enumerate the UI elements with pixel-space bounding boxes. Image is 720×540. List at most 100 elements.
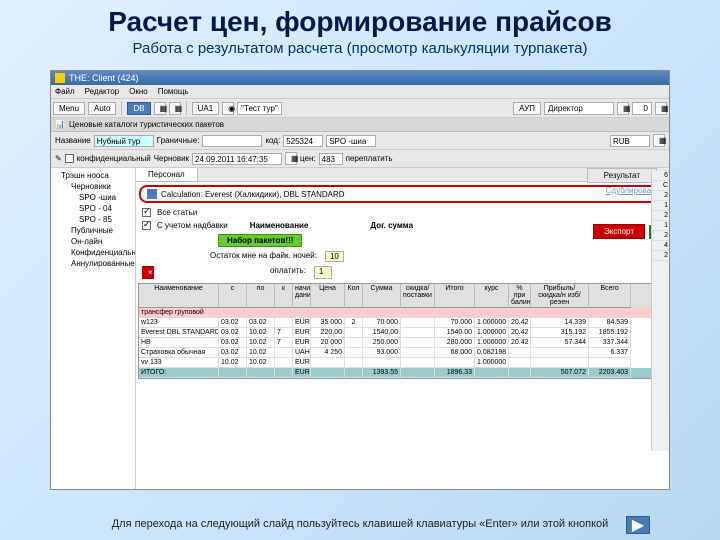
paid-label: оплатить: bbox=[270, 266, 306, 279]
date-field[interactable]: 24.09.2011 16:47:35 bbox=[192, 153, 282, 165]
table-row[interactable]: ИТОГО:EUR1393.551896.33507.0722203.403 bbox=[139, 368, 666, 378]
tree-item[interactable]: Аннулированные bbox=[53, 258, 133, 269]
date-icon[interactable]: ▦ bbox=[285, 152, 297, 165]
side-overlay: 6C2121242 bbox=[651, 171, 669, 451]
table-row[interactable]: HB03.0210.027EUR20 000250.000280.0001.00… bbox=[139, 338, 666, 348]
close-icon[interactable]: × bbox=[142, 266, 154, 279]
all-items-label: Все статьи bbox=[157, 208, 197, 217]
cell: 10.02 bbox=[247, 348, 275, 358]
code-input[interactable]: 525324 bbox=[283, 135, 323, 147]
col-pct[interactable]: % при балин bbox=[509, 284, 531, 308]
table-row[interactable]: Страховка обычная03.0210.02UAH4 25093.00… bbox=[139, 348, 666, 358]
col-to[interactable]: по bbox=[247, 284, 275, 308]
select-packages-button[interactable]: Набор пакетов!!! bbox=[218, 234, 302, 247]
select-row: Набор пакетов!!! bbox=[136, 232, 669, 249]
menu-help[interactable]: Помощь bbox=[158, 87, 189, 96]
cell: 0.082198 bbox=[475, 348, 509, 358]
aup-button[interactable]: АУП bbox=[513, 102, 541, 115]
cell: EUR bbox=[293, 338, 311, 348]
confidential-checkbox[interactable] bbox=[65, 154, 74, 163]
cell: 1540.00 bbox=[435, 328, 475, 338]
cell: 2203.403 bbox=[589, 368, 631, 378]
all-items-checkbox[interactable] bbox=[142, 208, 151, 217]
cell bbox=[589, 308, 631, 318]
tab-main[interactable]: Персонал bbox=[136, 168, 198, 181]
separator bbox=[186, 101, 187, 115]
table-row[interactable]: трансфер груповой bbox=[139, 308, 666, 318]
cell bbox=[401, 328, 435, 338]
menu-button[interactable]: Menu bbox=[53, 102, 85, 115]
cell: 7 bbox=[275, 328, 293, 338]
options-row: Все статьи bbox=[136, 206, 669, 219]
menu-editor[interactable]: Редактор bbox=[85, 87, 119, 96]
cell: 57.344 bbox=[531, 338, 589, 348]
cell bbox=[475, 368, 509, 378]
cell bbox=[311, 308, 345, 318]
cell: 1.000000 bbox=[475, 328, 509, 338]
col-disc[interactable]: скидка/поставки bbox=[401, 284, 435, 308]
cell: EUR bbox=[293, 328, 311, 338]
cell bbox=[509, 358, 531, 368]
table-row[interactable]: vv 13310.0210.02EUR1.000000 bbox=[139, 358, 666, 368]
cell: 20.42 bbox=[509, 338, 531, 348]
section-header: 📊 Ценовые каталоги туристических пакетов bbox=[51, 118, 669, 132]
menu-window[interactable]: Окно bbox=[129, 87, 148, 96]
cell bbox=[401, 348, 435, 358]
tree-item[interactable]: SPO - 85 bbox=[53, 214, 133, 225]
col-final[interactable]: Всего bbox=[589, 284, 631, 308]
info-row: Остаток мне на файк. ночей: 10 bbox=[136, 249, 669, 264]
cell bbox=[345, 308, 363, 318]
tree-item[interactable]: SPO -шиа bbox=[53, 192, 133, 203]
tree-item[interactable]: Он-лайн bbox=[53, 236, 133, 247]
col-qty[interactable]: Кол bbox=[345, 284, 363, 308]
tree-item[interactable]: Черновики bbox=[53, 181, 133, 192]
cell: 03.02 bbox=[219, 348, 247, 358]
cell bbox=[531, 308, 589, 318]
tool-icon[interactable]: ▦ bbox=[154, 102, 166, 115]
tree-item[interactable]: Публичные bbox=[53, 225, 133, 236]
globe-icon[interactable]: ◉ bbox=[222, 102, 234, 115]
cell bbox=[363, 308, 401, 318]
col-cur[interactable]: начисл. даниоте bbox=[293, 284, 311, 308]
cell bbox=[509, 368, 531, 378]
table-row[interactable]: w12303.0203.02EUR35 000270 00070.0001.00… bbox=[139, 318, 666, 328]
table-row[interactable]: Everest DBL STANDARD03.0210.027EUR220.00… bbox=[139, 328, 666, 338]
edit-icon[interactable]: ✎ bbox=[55, 154, 62, 163]
spo-input[interactable]: SPO -шиа bbox=[326, 135, 376, 147]
db-button[interactable]: DB bbox=[127, 102, 150, 115]
export-button[interactable]: Экспорт bbox=[593, 224, 645, 239]
col-from[interactable]: с bbox=[219, 284, 247, 308]
auto-button[interactable]: Auto bbox=[88, 102, 116, 115]
margin-checkbox[interactable] bbox=[142, 221, 151, 230]
tree-item[interactable]: SPO - 04 bbox=[53, 203, 133, 214]
col-profit[interactable]: Прибыль/скидка/н изб/реэен bbox=[531, 284, 589, 308]
draft-label: Черновик bbox=[154, 154, 189, 163]
cfg-icon[interactable]: ▦ bbox=[655, 102, 667, 115]
col-sum[interactable]: Сумма bbox=[363, 284, 401, 308]
tab-result[interactable]: Результат bbox=[587, 168, 657, 183]
col-price[interactable]: Цена bbox=[311, 284, 345, 308]
col-rate[interactable]: курс bbox=[475, 284, 509, 308]
country-input[interactable] bbox=[202, 135, 262, 147]
rub-field[interactable]: RUB bbox=[610, 135, 650, 147]
col-name[interactable]: Наименование bbox=[139, 284, 219, 308]
tree-item[interactable]: Конфиденциальн bbox=[53, 247, 133, 258]
header-sum: Дог. сумма bbox=[370, 221, 413, 230]
rub-icon[interactable]: ▦ bbox=[653, 134, 665, 147]
main-area: Трэшн нооса Черновики SPO -шиа SPO - 04 … bbox=[51, 168, 669, 490]
col-total[interactable]: Итого bbox=[435, 284, 475, 308]
cell bbox=[531, 358, 589, 368]
col-k[interactable]: к bbox=[275, 284, 293, 308]
cell: 10.02 bbox=[247, 328, 275, 338]
cell: 1.000000 bbox=[475, 338, 509, 348]
ua-button[interactable]: UA1 bbox=[192, 102, 220, 115]
cell: 70.000 bbox=[435, 318, 475, 328]
menu-file[interactable]: Файл bbox=[55, 87, 75, 96]
cell: трансфер груповой bbox=[139, 308, 219, 318]
info-row-2: × оплатить: 1 bbox=[136, 264, 669, 281]
tree-root[interactable]: Трэшн нооса bbox=[53, 170, 133, 181]
name-input[interactable]: Нубный тур bbox=[94, 135, 154, 147]
next-slide-button[interactable]: ▶ bbox=[626, 516, 650, 534]
nav-icon[interactable]: ▦ bbox=[617, 102, 629, 115]
tool-icon[interactable]: ▦ bbox=[169, 102, 181, 115]
